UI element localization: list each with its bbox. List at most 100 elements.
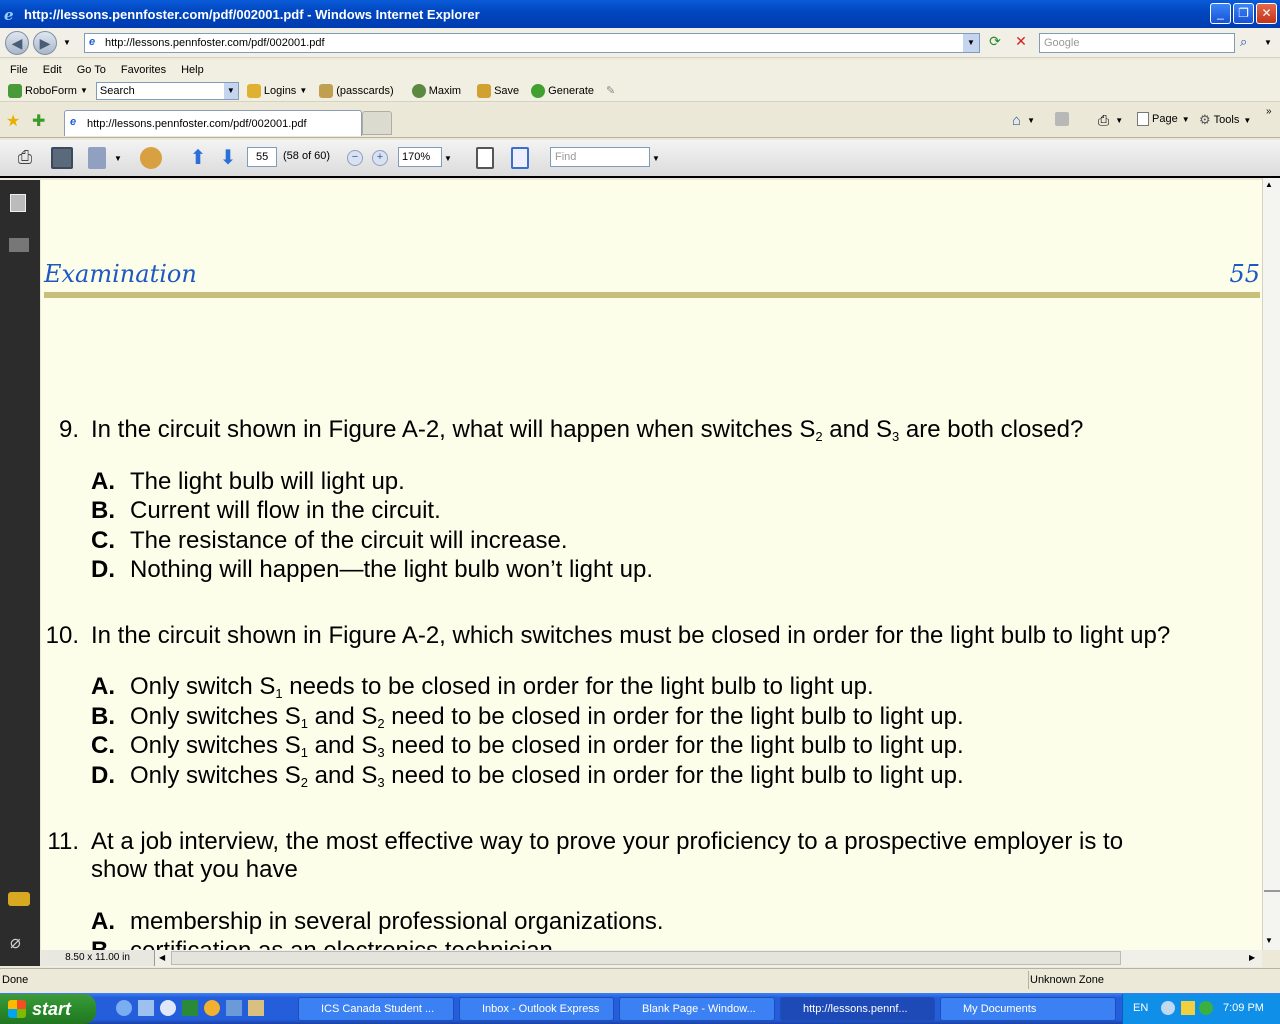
quick-launch: [116, 1000, 296, 1018]
home-icon: ⌂: [1012, 112, 1022, 129]
pages-icon[interactable]: [10, 194, 26, 212]
comments-icon[interactable]: [8, 892, 30, 906]
tray-app-icon[interactable]: [1181, 1001, 1195, 1015]
chevron-down-icon[interactable]: ▼: [223, 82, 238, 99]
minimize-button[interactable]: _: [1210, 3, 1231, 24]
taskbar-item-outlook[interactable]: Inbox - Outlook Express: [459, 997, 614, 1021]
attachment-icon[interactable]: ⌀: [10, 932, 21, 953]
page-icon: e: [70, 116, 77, 128]
zoom-select[interactable]: 170%: [398, 147, 442, 167]
status-text: Done: [2, 974, 29, 986]
new-tab-button[interactable]: [362, 111, 392, 135]
more-commands-icon[interactable]: »: [1266, 106, 1272, 117]
chevron-down-icon[interactable]: ▼: [444, 154, 452, 163]
question-10: 10. In the circuit shown in Figure A-2, …: [41, 622, 1261, 652]
chevron-down-icon[interactable]: ▼: [114, 154, 122, 163]
find-input[interactable]: Find: [550, 147, 650, 167]
clock[interactable]: 7:09 PM: [1223, 1002, 1264, 1014]
option-11b: B.certification as an electronics techni…: [91, 937, 1241, 950]
option-9b: B. Current will flow in the circuit.: [91, 497, 441, 524]
scroll-thumb[interactable]: [1264, 890, 1280, 892]
chevron-down-icon: ▼: [1115, 116, 1124, 125]
scroll-thumb-horizontal[interactable]: [171, 951, 1121, 965]
outlook-quicklaunch-icon[interactable]: [138, 1000, 154, 1016]
taskbar-item-pennfoster[interactable]: http://lessons.pennf...: [780, 997, 935, 1021]
search-icon[interactable]: ⌕: [1240, 34, 1247, 50]
horizontal-scrollbar[interactable]: ◀ ▶: [41, 950, 1262, 967]
back-button[interactable]: ◀: [5, 31, 29, 55]
feeds-button[interactable]: [1055, 112, 1069, 126]
taskbar-item-blank-page[interactable]: Blank Page - Window...: [619, 997, 775, 1021]
tray-arrow-icon[interactable]: [1161, 1001, 1175, 1015]
pdf-collaborate-icon[interactable]: [140, 147, 162, 169]
tray-network-icon[interactable]: [1199, 1001, 1213, 1015]
menu-edit[interactable]: Edit: [43, 64, 62, 76]
bookmarks-icon[interactable]: [9, 238, 29, 252]
chevron-down-icon[interactable]: ▼: [652, 154, 660, 163]
close-window-button[interactable]: ✕: [1256, 3, 1277, 24]
search-input[interactable]: Google: [1039, 33, 1235, 53]
option-9c: C. The resistance of the circuit will inc…: [91, 527, 568, 554]
maximize-button[interactable]: ❐: [1233, 3, 1254, 24]
stop-icon[interactable]: ✕: [1011, 33, 1031, 53]
firefox-quicklaunch-icon[interactable]: [204, 1000, 220, 1016]
print-button[interactable]: ⎙ ▼: [1098, 112, 1123, 129]
tools-menu-button[interactable]: ⚙ Tools ▼: [1199, 112, 1251, 128]
section-title: Examination: [44, 260, 197, 288]
pdf-save-icon[interactable]: [51, 147, 73, 169]
menu-favorites[interactable]: Favorites: [121, 64, 166, 76]
passcards-button[interactable]: (passcards): [315, 83, 397, 98]
next-page-icon[interactable]: ⬇: [217, 147, 239, 169]
menu-goto[interactable]: Go To: [77, 64, 106, 76]
tab-pdf[interactable]: e http://lessons.pennfoster.com/pdf/0020…: [64, 110, 362, 136]
address-dropdown-icon[interactable]: ▼: [963, 34, 979, 52]
zoom-out-icon[interactable]: −: [347, 150, 363, 166]
fit-width-icon[interactable]: [476, 147, 494, 169]
desktop-quicklaunch-icon[interactable]: [226, 1000, 242, 1016]
window-title-bar[interactable]: e http://lessons.pennfoster.com/pdf/0020…: [0, 0, 1280, 28]
page-number-input[interactable]: 55: [247, 147, 277, 167]
add-favorite-icon[interactable]: ✚: [32, 111, 45, 131]
chevron-down-icon: ▼: [1027, 116, 1035, 125]
media-quicklaunch-icon[interactable]: [160, 1000, 176, 1016]
zoom-in-icon[interactable]: +: [372, 150, 388, 166]
refresh-icon[interactable]: ⟳: [985, 33, 1005, 53]
scroll-right-icon[interactable]: ▶: [1249, 953, 1255, 962]
pdf-page: Examination 55 9. In the circuit shown i…: [41, 180, 1262, 950]
chevron-down-icon: ▼: [1181, 114, 1190, 124]
maxim-button[interactable]: Maxim: [408, 83, 465, 98]
app-quicklaunch-icon[interactable]: [182, 1000, 198, 1016]
start-button[interactable]: start: [0, 994, 96, 1024]
ie-quicklaunch-icon[interactable]: [116, 1000, 132, 1016]
highlight-icon[interactable]: ✎: [602, 84, 619, 97]
pdf-email-icon[interactable]: [88, 147, 106, 169]
chevron-down-icon: ▼: [79, 86, 88, 95]
fit-page-icon[interactable]: [511, 147, 529, 169]
home-button[interactable]: ⌂ ▼: [1012, 112, 1035, 129]
pdf-print-icon[interactable]: ⎙: [14, 147, 36, 169]
roboform-save-button[interactable]: Save: [473, 83, 523, 98]
forward-button[interactable]: ▶: [33, 31, 57, 55]
roboform-search-input[interactable]: Search ▼: [95, 81, 239, 100]
page-menu-button[interactable]: Page ▼: [1137, 112, 1190, 126]
tool-quicklaunch-icon[interactable]: [248, 1000, 264, 1016]
roboform-button[interactable]: RoboForm ▼: [4, 83, 92, 98]
scroll-up-icon[interactable]: ▲: [1265, 180, 1273, 189]
menu-file[interactable]: File: [10, 64, 28, 76]
address-bar[interactable]: e http://lessons.pennfoster.com/pdf/0020…: [84, 33, 980, 53]
taskbar-item-ics[interactable]: ICS Canada Student ...: [298, 997, 454, 1021]
favorites-star-icon[interactable]: ★: [6, 111, 20, 131]
scroll-left-icon[interactable]: ◀: [159, 953, 165, 962]
question-text: In the circuit shown in Figure A-2, whic…: [91, 622, 1171, 649]
history-dropdown-icon[interactable]: ▼: [63, 38, 71, 47]
vertical-scrollbar[interactable]: ▲ ▼: [1262, 178, 1280, 950]
taskbar-item-my-documents[interactable]: My Documents: [940, 997, 1116, 1021]
generate-button[interactable]: Generate: [527, 83, 598, 98]
scroll-down-icon[interactable]: ▼: [1265, 936, 1273, 945]
status-bar: Done Unknown Zone: [0, 968, 1280, 991]
menu-help[interactable]: Help: [181, 64, 204, 76]
logins-button[interactable]: Logins ▼: [243, 83, 311, 98]
search-options-icon[interactable]: ▼: [1264, 38, 1272, 47]
language-indicator[interactable]: EN: [1133, 1002, 1148, 1014]
previous-page-icon[interactable]: ⬆: [187, 147, 209, 169]
